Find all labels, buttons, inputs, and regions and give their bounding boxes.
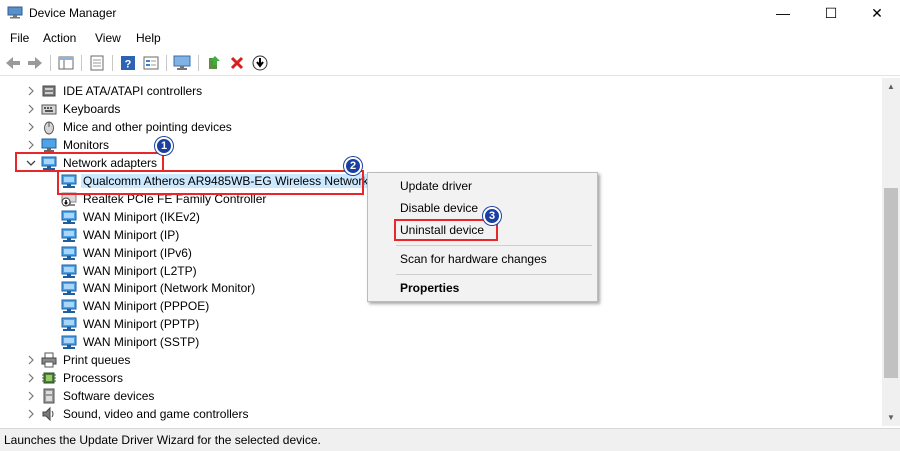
network-adapter-icon bbox=[61, 227, 77, 243]
maximize-button[interactable]: ☐ bbox=[808, 0, 854, 26]
tree-item-label: Software devices bbox=[63, 389, 155, 404]
tree-item[interactable]: WAN Miniport (IPv6) bbox=[45, 244, 194, 262]
tree-item-label: WAN Miniport (Network Monitor) bbox=[83, 281, 256, 296]
menu-item-disable-device[interactable]: Disable device bbox=[400, 201, 478, 215]
status-bar: Launches the Update Driver Wizard for th… bbox=[0, 428, 900, 451]
mouse-icon bbox=[41, 119, 57, 135]
minimize-button[interactable]: — bbox=[760, 0, 806, 26]
tree-item-label: WAN Miniport (PPPOE) bbox=[83, 299, 210, 314]
network-adapter-icon bbox=[61, 334, 77, 350]
update-driver-icon[interactable] bbox=[205, 54, 223, 72]
title-bar: Device Manager — ☐ ✕ bbox=[0, 0, 900, 26]
network-adapter-icon bbox=[61, 298, 77, 314]
annotation-badge-1: 1 bbox=[155, 137, 173, 155]
tree-item-label: Sound, video and game controllers bbox=[63, 407, 249, 422]
menu-bar: File Action View Help bbox=[0, 28, 900, 48]
chevron-right-icon[interactable] bbox=[25, 405, 37, 423]
annotation-box-network-adapters bbox=[15, 152, 164, 172]
ide-controller-icon bbox=[41, 83, 57, 99]
menu-item-update-driver[interactable]: Update driver bbox=[400, 179, 472, 193]
device-manager-icon bbox=[7, 6, 23, 19]
menu-file[interactable]: File bbox=[10, 31, 29, 45]
window-title: Device Manager bbox=[29, 6, 117, 20]
device-view-icon[interactable] bbox=[142, 54, 160, 72]
tree-item-label: Monitors bbox=[63, 137, 110, 152]
tree-item[interactable]: Sound, video and game controllers bbox=[25, 405, 250, 423]
speaker-icon bbox=[41, 406, 57, 422]
tree-item[interactable]: WAN Miniport (PPPOE) bbox=[45, 297, 211, 315]
help-icon[interactable]: ? bbox=[119, 54, 137, 72]
menu-item-properties[interactable]: Properties bbox=[400, 281, 459, 295]
vertical-scrollbar[interactable]: ▲ ▼ bbox=[882, 78, 900, 426]
network-adapter-icon bbox=[61, 209, 77, 225]
tree-item-label: Processors bbox=[63, 371, 124, 386]
close-button[interactable]: ✕ bbox=[854, 0, 900, 26]
status-text: Launches the Update Driver Wizard for th… bbox=[4, 433, 321, 447]
tree-item[interactable]: WAN Miniport (SSTP) bbox=[45, 333, 201, 351]
tree-item-label: WAN Miniport (SSTP) bbox=[83, 335, 200, 350]
network-adapter-icon bbox=[61, 316, 77, 332]
back-arrow-icon[interactable] bbox=[4, 54, 22, 72]
chevron-right-icon[interactable] bbox=[25, 387, 37, 405]
tree-item-label: IDE ATA/ATAPI controllers bbox=[63, 84, 203, 98]
scroll-down-icon[interactable]: ▼ bbox=[882, 409, 900, 426]
tree-item-label: Keyboards bbox=[63, 101, 121, 116]
monitor-icon bbox=[41, 137, 57, 153]
tree-item-label: Mice and other pointing devices bbox=[63, 119, 232, 134]
scroll-up-icon[interactable]: ▲ bbox=[882, 78, 900, 95]
download-driver-icon[interactable] bbox=[251, 54, 269, 72]
tree-item-label: WAN Miniport (IKEv2) bbox=[83, 209, 200, 224]
tree-item[interactable]: WAN Miniport (L2TP) bbox=[45, 262, 199, 280]
svg-text:?: ? bbox=[125, 59, 132, 71]
uninstall-red-x-icon[interactable] bbox=[228, 54, 246, 72]
printer-icon bbox=[41, 352, 57, 368]
tree-item-label: WAN Miniport (IPv6) bbox=[83, 245, 192, 260]
tree-item[interactable]: WAN Miniport (Network Monitor) bbox=[45, 279, 257, 297]
menu-item-scan-hardware[interactable]: Scan for hardware changes bbox=[400, 252, 547, 266]
tree-item[interactable]: WAN Miniport (IP) bbox=[45, 226, 181, 244]
chevron-right-icon[interactable] bbox=[25, 351, 37, 369]
toolbar: ? bbox=[0, 51, 900, 76]
chevron-right-icon[interactable] bbox=[25, 118, 37, 136]
tree-item[interactable]: WAN Miniport (PPTP) bbox=[45, 315, 201, 333]
annotation-badge-3: 3 bbox=[483, 207, 501, 225]
processor-icon bbox=[41, 370, 57, 386]
tree-item-label: WAN Miniport (L2TP) bbox=[83, 263, 197, 278]
keyboard-icon bbox=[41, 101, 57, 117]
forward-arrow-icon[interactable] bbox=[26, 54, 44, 72]
network-adapter-icon bbox=[61, 245, 77, 261]
annotation-box-qualcomm-adapter bbox=[57, 170, 364, 195]
menu-view[interactable]: View bbox=[95, 31, 121, 45]
network-adapter-icon bbox=[61, 263, 77, 279]
tree-item[interactable]: Processors bbox=[25, 369, 125, 387]
tree-item[interactable]: IDE ATA/ATAPI controllers bbox=[25, 82, 204, 100]
properties-sheet-icon[interactable] bbox=[88, 54, 106, 72]
tree-item[interactable]: Mice and other pointing devices bbox=[25, 118, 234, 136]
annotation-badge-2: 2 bbox=[344, 157, 362, 175]
chevron-right-icon[interactable] bbox=[25, 100, 37, 118]
menu-help[interactable]: Help bbox=[136, 31, 161, 45]
scan-hardware-monitor-icon[interactable] bbox=[173, 54, 191, 72]
software-device-icon bbox=[41, 388, 57, 404]
tree-item-label: Print queues bbox=[63, 353, 131, 368]
tree-item[interactable]: WAN Miniport (IKEv2) bbox=[45, 208, 202, 226]
tree-item[interactable]: Print queues bbox=[25, 351, 132, 369]
menu-action[interactable]: Action bbox=[43, 31, 76, 45]
show-hide-console-tree-icon[interactable] bbox=[57, 54, 75, 72]
scrollbar-thumb[interactable] bbox=[884, 188, 898, 378]
chevron-right-icon[interactable] bbox=[25, 369, 37, 387]
chevron-right-icon[interactable] bbox=[25, 82, 37, 100]
tree-item-label: WAN Miniport (IP) bbox=[83, 227, 180, 242]
tree-item[interactable]: Software devices bbox=[25, 387, 156, 405]
tree-item[interactable]: Keyboards bbox=[25, 100, 122, 118]
annotation-box-uninstall-device bbox=[394, 219, 498, 241]
tree-item-label: WAN Miniport (PPTP) bbox=[83, 317, 200, 332]
network-adapter-icon bbox=[61, 280, 77, 296]
